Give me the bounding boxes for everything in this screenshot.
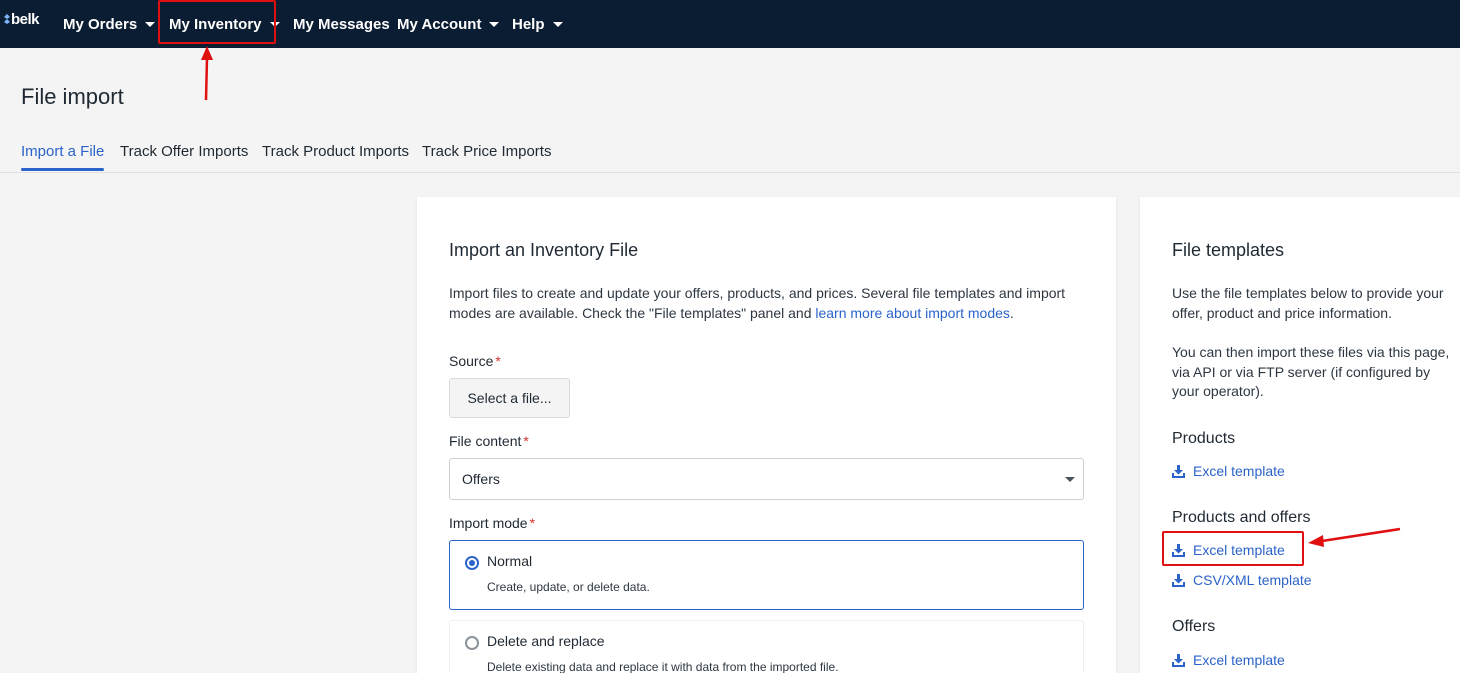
products-heading: Products: [1172, 430, 1236, 447]
nav-my-messages[interactable]: My Messages: [293, 0, 390, 48]
logo-text: belk: [11, 11, 40, 28]
products-and-offers-heading: Products and offers: [1172, 509, 1311, 526]
download-icon: [1172, 573, 1185, 587]
import-mode-normal-option[interactable]: Normal Create, update, or delete data.: [449, 540, 1084, 610]
products-offers-csv-xml-template-link[interactable]: CSV/XML template: [1172, 570, 1312, 590]
nav-my-account[interactable]: My Account: [397, 0, 500, 48]
file-content-label-text: File content: [449, 433, 522, 449]
offers-heading: Offers: [1172, 618, 1216, 635]
import-mode-label: Import mode *: [449, 515, 535, 531]
file-templates-title: File templates: [1172, 240, 1285, 260]
chevron-down-icon: [1065, 477, 1075, 482]
products-offers-csv-xml-template-label: CSV/XML template: [1193, 572, 1312, 588]
import-mode-delete-replace-title: Delete and replace: [487, 633, 605, 649]
nav-my-orders[interactable]: My Orders: [63, 0, 156, 48]
tab-track-price-imports[interactable]: Track Price Imports: [422, 143, 551, 173]
products-excel-template-link[interactable]: Excel template: [1172, 461, 1285, 481]
file-content-label: File content *: [449, 433, 529, 449]
page-title: File import: [21, 84, 124, 109]
annotation-arrow-up: [201, 46, 213, 101]
nav-help-label: Help: [512, 15, 545, 33]
chevron-down-icon: [489, 21, 500, 27]
import-mode-delete-replace-description: Delete existing data and replace it with…: [487, 660, 839, 673]
nav-my-orders-label: My Orders: [63, 15, 138, 33]
download-icon: [1172, 653, 1185, 667]
offers-excel-template-label: Excel template: [1193, 652, 1285, 668]
annotation-arrow-left: [1308, 527, 1401, 547]
tabs-divider: [0, 172, 1460, 173]
radio-selected-icon[interactable]: [465, 556, 479, 570]
required-mark: *: [523, 433, 529, 449]
import-mode-normal-title: Normal: [487, 553, 533, 569]
tab-track-product-imports[interactable]: Track Product Imports: [262, 143, 409, 173]
file-templates-intro: Use the file templates below to provide …: [1172, 285, 1444, 321]
annotation-highlight-my-inventory: [158, 0, 276, 44]
required-mark: *: [529, 515, 536, 531]
file-content-value: Offers: [462, 471, 500, 487]
source-label-text: Source: [449, 353, 494, 369]
logo-bow-icon: [4, 14, 10, 24]
import-card-description: Import files to create and update your o…: [449, 284, 1084, 323]
import-mode-delete-replace-option[interactable]: Delete and replace Delete existing data …: [449, 620, 1084, 673]
chevron-down-icon: [145, 21, 156, 27]
nav-my-account-label: My Account: [397, 15, 482, 33]
annotation-highlight-excel-template: [1162, 531, 1304, 566]
import-mode-label-text: Import mode: [449, 515, 528, 531]
chevron-down-icon: [552, 21, 563, 27]
nav-my-messages-label: My Messages: [293, 15, 390, 33]
nav-help[interactable]: Help: [512, 0, 563, 48]
import-description-end: .: [1009, 304, 1014, 321]
import-card-title: Import an Inventory File: [449, 240, 639, 260]
import-mode-normal-description: Create, update, or delete data.: [487, 580, 650, 594]
radio-unselected-icon[interactable]: [465, 636, 479, 650]
required-mark: *: [495, 353, 501, 369]
learn-more-import-modes-link[interactable]: learn more about import modes: [815, 305, 1010, 321]
download-icon: [1172, 464, 1185, 478]
belk-logo[interactable]: belk: [4, 11, 40, 33]
select-file-button[interactable]: Select a file...: [449, 378, 570, 418]
source-label: Source *: [449, 353, 501, 369]
active-tab-indicator: [21, 168, 104, 171]
file-content-select[interactable]: Offers: [449, 458, 1084, 500]
file-templates-intro-2: You can then import these files via this…: [1172, 344, 1450, 399]
products-excel-template-label: Excel template: [1193, 463, 1285, 479]
offers-excel-template-link[interactable]: Excel template: [1172, 650, 1285, 670]
tab-track-offer-imports[interactable]: Track Offer Imports: [120, 143, 248, 173]
